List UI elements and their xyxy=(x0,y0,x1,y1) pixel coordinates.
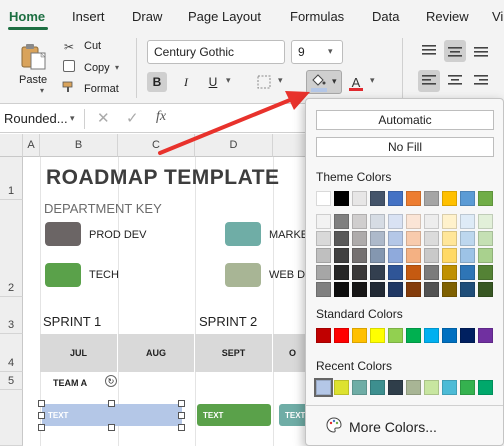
theme-color-swatch[interactable] xyxy=(334,214,349,229)
theme-color-swatch[interactable] xyxy=(460,191,475,206)
theme-color-swatch[interactable] xyxy=(478,191,493,206)
theme-color-swatch[interactable] xyxy=(316,214,331,229)
theme-color-swatch[interactable] xyxy=(334,191,349,206)
more-colors-button[interactable]: More Colors... xyxy=(349,419,437,435)
theme-color-swatch[interactable] xyxy=(424,248,439,263)
theme-color-swatch[interactable] xyxy=(316,248,331,263)
theme-color-swatch[interactable] xyxy=(406,231,421,246)
theme-color-swatch[interactable] xyxy=(352,231,367,246)
theme-color-swatch[interactable] xyxy=(424,214,439,229)
fill-color-dropdown: Automatic No Fill Theme Colors Standard … xyxy=(305,98,504,446)
standard-color-swatch[interactable] xyxy=(316,328,331,343)
automatic-color-button[interactable]: Automatic xyxy=(316,110,494,130)
theme-colors-heading: Theme Colors xyxy=(316,170,392,184)
theme-color-swatch[interactable] xyxy=(442,214,457,229)
theme-color-swatch[interactable] xyxy=(370,214,385,229)
standard-color-swatch[interactable] xyxy=(442,328,457,343)
recent-color-swatch[interactable] xyxy=(406,380,421,395)
standard-color-swatch[interactable] xyxy=(334,328,349,343)
theme-color-swatch[interactable] xyxy=(334,265,349,280)
theme-color-swatch[interactable] xyxy=(460,265,475,280)
theme-color-swatch[interactable] xyxy=(388,191,403,206)
recent-colors-heading: Recent Colors xyxy=(316,359,393,373)
theme-color-swatch[interactable] xyxy=(352,265,367,280)
theme-color-swatch[interactable] xyxy=(316,282,331,297)
recent-color-swatch[interactable] xyxy=(334,380,349,395)
theme-color-swatch[interactable] xyxy=(352,214,367,229)
standard-colors-heading: Standard Colors xyxy=(316,307,403,321)
theme-color-swatch[interactable] xyxy=(388,265,403,280)
standard-color-swatch[interactable] xyxy=(352,328,367,343)
theme-color-swatch[interactable] xyxy=(478,214,493,229)
theme-color-swatch[interactable] xyxy=(334,248,349,263)
recent-color-swatch[interactable] xyxy=(478,380,493,395)
theme-color-swatch[interactable] xyxy=(424,231,439,246)
theme-color-swatch[interactable] xyxy=(370,191,385,206)
standard-color-swatch[interactable] xyxy=(460,328,475,343)
theme-color-swatch[interactable] xyxy=(388,248,403,263)
palette-icon[interactable] xyxy=(326,417,342,438)
theme-color-swatch[interactable] xyxy=(316,265,331,280)
theme-color-swatch[interactable] xyxy=(424,191,439,206)
theme-color-swatch[interactable] xyxy=(352,282,367,297)
standard-color-swatch[interactable] xyxy=(406,328,421,343)
theme-color-swatch[interactable] xyxy=(370,231,385,246)
theme-color-swatch[interactable] xyxy=(370,265,385,280)
theme-color-swatch[interactable] xyxy=(388,231,403,246)
theme-color-swatch[interactable] xyxy=(352,248,367,263)
theme-color-swatch[interactable] xyxy=(424,282,439,297)
theme-color-swatch[interactable] xyxy=(316,231,331,246)
theme-color-swatch[interactable] xyxy=(460,214,475,229)
theme-color-swatch[interactable] xyxy=(352,191,367,206)
dropdown-divider xyxy=(306,405,503,406)
theme-color-swatch[interactable] xyxy=(442,248,457,263)
standard-color-swatch[interactable] xyxy=(370,328,385,343)
theme-color-swatch[interactable] xyxy=(406,214,421,229)
theme-color-swatch[interactable] xyxy=(316,191,331,206)
theme-color-swatch[interactable] xyxy=(406,265,421,280)
recent-color-swatch[interactable] xyxy=(424,380,439,395)
theme-color-swatch[interactable] xyxy=(388,214,403,229)
standard-color-swatch[interactable] xyxy=(478,328,493,343)
theme-color-swatch[interactable] xyxy=(388,282,403,297)
theme-color-swatch[interactable] xyxy=(460,248,475,263)
standard-color-swatch[interactable] xyxy=(388,328,403,343)
theme-color-swatch[interactable] xyxy=(370,248,385,263)
theme-color-swatch[interactable] xyxy=(478,282,493,297)
theme-color-swatch[interactable] xyxy=(442,282,457,297)
theme-color-swatch[interactable] xyxy=(442,265,457,280)
theme-color-swatch[interactable] xyxy=(370,282,385,297)
no-fill-button[interactable]: No Fill xyxy=(316,137,494,157)
theme-color-swatch[interactable] xyxy=(478,265,493,280)
theme-color-swatch[interactable] xyxy=(478,231,493,246)
theme-color-swatch[interactable] xyxy=(406,282,421,297)
theme-color-swatch[interactable] xyxy=(460,282,475,297)
recent-color-swatch[interactable] xyxy=(370,380,385,395)
standard-color-swatch[interactable] xyxy=(424,328,439,343)
theme-color-swatch[interactable] xyxy=(334,282,349,297)
theme-color-swatch[interactable] xyxy=(334,231,349,246)
theme-color-swatch[interactable] xyxy=(442,231,457,246)
theme-color-swatch[interactable] xyxy=(406,248,421,263)
recent-color-swatch[interactable] xyxy=(314,378,333,397)
theme-color-swatch[interactable] xyxy=(460,231,475,246)
recent-color-swatch[interactable] xyxy=(352,380,367,395)
theme-color-swatch[interactable] xyxy=(424,265,439,280)
recent-color-swatch[interactable] xyxy=(388,380,403,395)
recent-color-swatch[interactable] xyxy=(460,380,475,395)
recent-color-swatch[interactable] xyxy=(442,380,457,395)
theme-color-swatch[interactable] xyxy=(478,248,493,263)
theme-color-swatch[interactable] xyxy=(442,191,457,206)
theme-color-swatch[interactable] xyxy=(406,191,421,206)
